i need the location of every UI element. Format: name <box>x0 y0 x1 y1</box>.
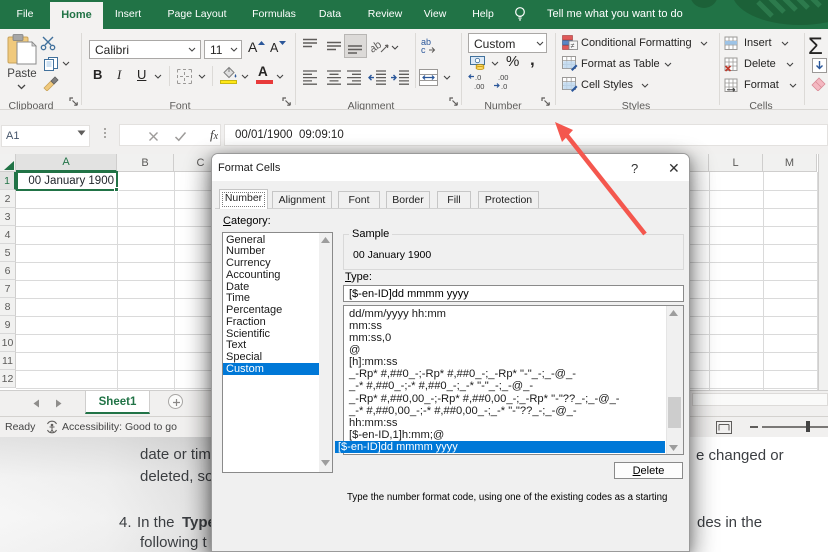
svg-text:.0: .0 <box>475 73 481 82</box>
svg-text:.00: .00 <box>498 73 508 82</box>
svg-text:.00: .00 <box>474 82 484 90</box>
svg-text:≠: ≠ <box>571 43 575 50</box>
svg-text:ab: ab <box>371 39 384 56</box>
svg-text:.0: .0 <box>501 82 507 90</box>
svg-text:c: c <box>421 45 426 54</box>
